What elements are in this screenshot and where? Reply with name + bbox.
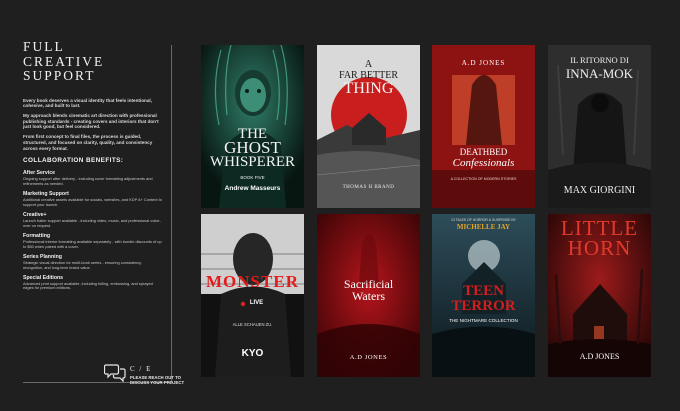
cover-title: A	[364, 59, 373, 70]
cover-tagline: ALLE SCHAUEN ZU.	[232, 322, 273, 327]
book-cover-sacrificial-waters[interactable]: Sacrificial Waters A.D JONES	[317, 214, 420, 377]
book-cover-far-better-thing[interactable]: A FAR BETTER THING THOMAS H BRAND	[317, 45, 420, 208]
cover-series: BOOK FIVE	[240, 175, 265, 180]
collaboration-heading: COLLABORATION BENEFITS:	[23, 157, 124, 165]
benefit-title: Special Editions	[23, 274, 64, 281]
intro-paragraph: Every book deserves a visual identity th…	[23, 97, 152, 109]
cover-title: GHOST	[224, 138, 281, 157]
book-cover-teen-terror[interactable]: 13 TALES OF HORROR & SUSPENSE BY MICHELL…	[432, 214, 535, 377]
cover-author: A.D JONES	[349, 354, 388, 361]
cover-tagline: 13 TALES OF HORROR & SUSPENSE BY	[451, 218, 516, 222]
benefit-desc: Additional creative assets available for…	[23, 197, 162, 207]
cover-author: Andrew Masseurs	[224, 185, 281, 192]
cover-title: IL RITORNO DI	[570, 55, 629, 65]
cover-title: HORN	[567, 236, 632, 260]
intro-paragraph: My approach blends cinematic art directi…	[23, 113, 159, 130]
benefit-desc: Advanced print support available, includ…	[23, 280, 153, 291]
cover-tagline: A COLLECTION OF MODERN STORIES	[450, 177, 517, 181]
brand-logo: C / E	[130, 365, 152, 373]
contact-footer[interactable]: C / E PLEASE REACH OUT TO DISCUSS YOUR P…	[104, 362, 214, 386]
cover-title: THING	[343, 80, 394, 97]
cover-title: TEEN	[463, 283, 504, 299]
book-cover-il-ritorno[interactable]: IL RITORNO DI INNA-MOK MAX GIORGINI	[548, 45, 651, 208]
contact-cta[interactable]: PLEASE REACH OUT TO DISCUSS YOUR PROJECT	[130, 375, 210, 385]
benefit-item: Marketing Support Additional creative as…	[23, 191, 163, 207]
benefit-title: Series Planning	[23, 253, 62, 260]
book-cover-ghost-whisperer[interactable]: THE GHOST WHISPERER BOOK FIVE Andrew Mas…	[201, 45, 304, 208]
cover-title: Waters	[351, 289, 386, 303]
cover-live-badge: LIVE	[249, 300, 264, 306]
cover-title: WHISPERER	[209, 154, 295, 170]
chat-bubbles-icon	[104, 364, 126, 383]
cover-title: LITTLE	[560, 216, 639, 240]
cover-title: DEATHBED	[459, 147, 508, 157]
cover-author: A.D JONES	[461, 59, 506, 67]
book-cover-little-horn[interactable]: LITTLE HORN A.D JONES	[548, 214, 651, 377]
intro-paragraph: From first concept to final files, the p…	[23, 134, 153, 151]
benefit-item: Special Editions Advanced print support …	[23, 275, 163, 291]
benefit-desc: Ongoing support after delivery - includi…	[23, 176, 153, 186]
benefit-item: Creative+ Launch trailer support availab…	[23, 212, 163, 228]
cover-artwork	[432, 45, 535, 208]
cover-author: MICHELLE JAY	[456, 223, 511, 231]
cover-title: Confessionals	[452, 157, 515, 169]
vertical-divider	[171, 45, 172, 383]
cover-author: A.D JONES	[579, 352, 620, 361]
cover-title: MONSTER	[206, 272, 299, 291]
book-cover-monster-live[interactable]: MONSTER LIVE ALLE SCHAUEN ZU. KYO	[201, 214, 304, 377]
benefit-desc: Strategic visual direction for multi-boo…	[23, 259, 142, 270]
cover-title: INNA-MOK	[565, 66, 634, 81]
benefit-item: Formatting Professional interior formatt…	[23, 233, 163, 249]
cover-subtitle: THE NIGHTMARE COLLECTION	[449, 318, 518, 323]
intro-text: Every book deserves a visual identity th…	[23, 98, 163, 152]
benefit-desc: Launch trailer support available - inclu…	[23, 218, 161, 228]
benefit-item: Series Planning Strategic visual directi…	[23, 254, 163, 270]
cover-author: THOMAS H BRAND	[342, 185, 395, 190]
benefit-item: After Service Ongoing support after deli…	[23, 170, 163, 186]
benefit-desc: Professional interior formatting availab…	[23, 238, 162, 249]
cover-author: KYO	[241, 348, 264, 359]
book-cover-deathbed-confessionals[interactable]: A.D JONES DEATHBED Confessionals A COLLE…	[432, 45, 535, 208]
cover-title: TERROR	[451, 298, 516, 314]
info-panel: FULL CREATIVE SUPPORT Every book deserve…	[23, 39, 163, 296]
page-title: FULL CREATIVE SUPPORT	[23, 39, 105, 83]
cover-author: MAX GIORGINI	[563, 185, 636, 196]
